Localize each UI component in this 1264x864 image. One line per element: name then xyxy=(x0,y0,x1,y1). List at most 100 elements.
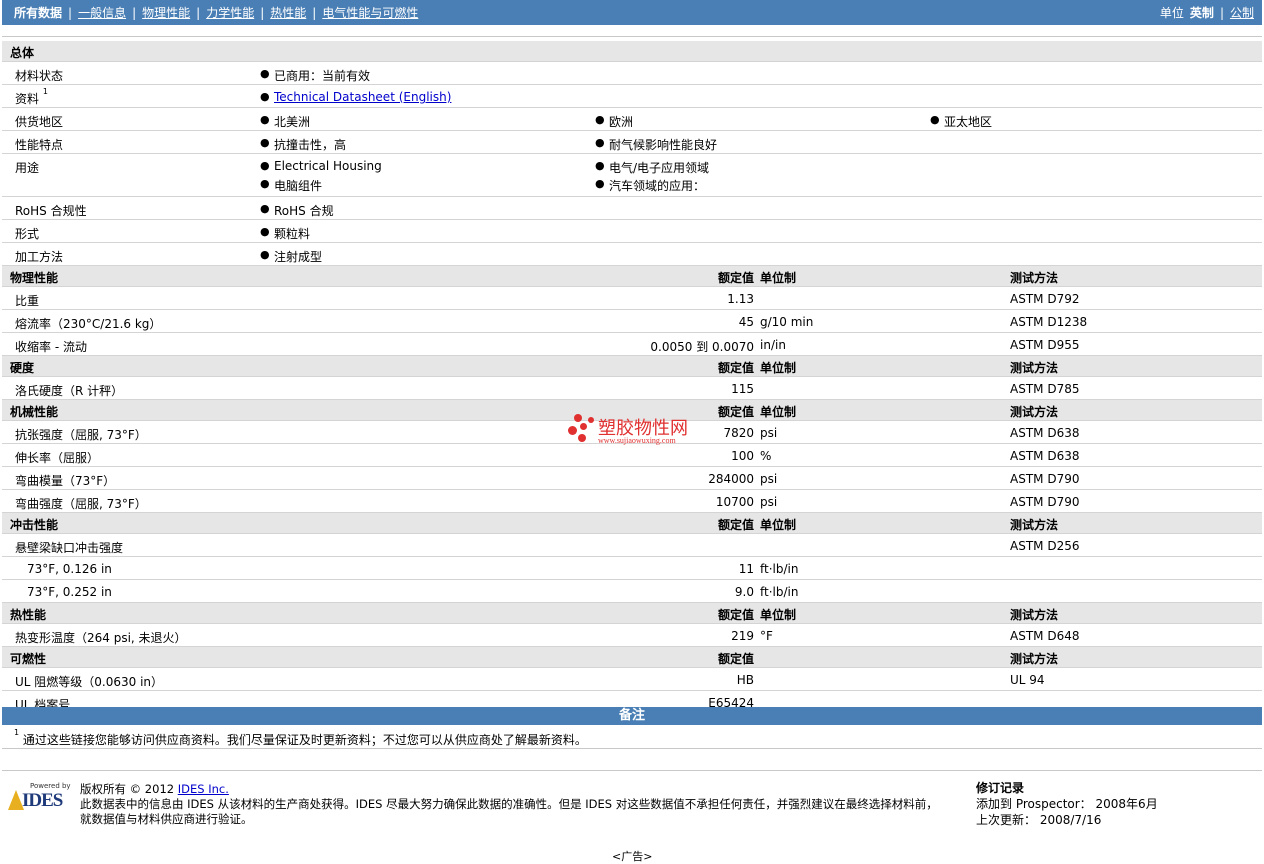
bullet-icon: ● xyxy=(595,177,605,190)
bullet-icon: ● xyxy=(260,202,270,215)
row-label: 供货地区 xyxy=(15,115,64,129)
property-name: 悬壁梁缺口冲击强度 xyxy=(15,541,124,555)
general-row: 形式 ● 颗粒料 xyxy=(2,220,1262,243)
bullet-item: ● 汽车领域的应用： xyxy=(595,177,706,193)
section-header: 可燃性 额定值 测试方法 xyxy=(2,647,1262,668)
section-title: 硬度 xyxy=(10,361,35,375)
unit-metric-link[interactable]: 公制 xyxy=(1230,4,1254,21)
general-row: 用途 ● Electrical Housing ● 电气/电子应用领域 ● 电脑组件 ● 汽车领… xyxy=(2,154,1262,197)
property-row: 洛氏硬度（R 计秤） 115 ASTM D785 xyxy=(2,377,1262,400)
test-method: ASTM D256 xyxy=(1010,539,1080,553)
bullet-icon: ● xyxy=(595,113,605,126)
bullet-item: ● 电脑组件 xyxy=(260,177,323,193)
bullet-item: ● 已商用：当前有效 xyxy=(260,67,371,83)
property-row: 熔流率（230°C/21.6 kg） 45 g/10 min ASTM D1238 xyxy=(2,310,1262,333)
test-method: UL 94 xyxy=(1010,673,1045,687)
test-method: ASTM D790 xyxy=(1010,472,1080,486)
property-row: 73°F, 0.126 in 11 ft·lb/in xyxy=(2,557,1262,580)
general-row: 供货地区 ● 北美洲 ● 欧洲 ● 亚太地区 xyxy=(2,108,1262,131)
datasheet-table: 总体 材料状态 ● 已商用：当前有效 资料 1 ● Technical Datasheet … xyxy=(2,41,1262,714)
watermark-url: www.sujiaowuxing.com xyxy=(598,436,676,445)
property-row: 73°F, 0.252 in 9.0 ft·lb/in xyxy=(2,580,1262,603)
bullet-item: ● 抗撞击性，高 xyxy=(260,136,347,152)
header-value: 额定值 xyxy=(717,271,754,285)
property-value: 0.0050 到 0.0070 xyxy=(650,340,754,354)
tab-separator: | xyxy=(68,5,73,20)
tab-general-info[interactable]: 一般信息 xyxy=(78,4,126,21)
property-row: UL 阻燃等级（0.0630 in） HB UL 94 xyxy=(2,668,1262,691)
watermark-dot-icon xyxy=(578,434,586,442)
header-value: 额定值 xyxy=(717,608,754,622)
bullet-icon: ● xyxy=(260,136,270,149)
ides-logo: Powered by IDES xyxy=(8,782,72,812)
property-row: 弯曲模量（73°F） 284000 psi ASTM D790 xyxy=(2,467,1262,490)
row-label: 用途 xyxy=(15,161,40,175)
bullet-item: ● Electrical Housing xyxy=(260,159,382,173)
property-value: HB xyxy=(736,673,754,687)
ides-link[interactable]: IDES Inc. xyxy=(178,782,229,796)
bullet-icon: ● xyxy=(595,159,605,172)
property-name: 73°F, 0.252 in xyxy=(27,585,112,599)
test-method: ASTM D1238 xyxy=(1010,315,1088,329)
unit-label: 单位 xyxy=(1159,6,1184,20)
bullet-item: ● 亚太地区 xyxy=(930,113,993,129)
property-value: 45 xyxy=(738,315,754,329)
tab-thermal[interactable]: 热性能 xyxy=(270,4,306,21)
property-row: 收缩率 - 流动 0.0050 到 0.0070 in/in ASTM D955 xyxy=(2,333,1262,356)
bullet-item: ● 北美洲 xyxy=(260,113,311,129)
copyright-line: 版权所有 © 2012 IDES Inc. xyxy=(80,782,938,797)
copyright-prefix: 版权所有 © 2012 xyxy=(80,782,178,796)
section-title: 冲击性能 xyxy=(10,518,59,532)
tab-all-data[interactable]: 所有数据 xyxy=(14,4,62,21)
unit-english: 英制 xyxy=(1189,6,1214,20)
ad-label: <广告> xyxy=(612,850,653,863)
property-row: 伸长率（屈服） 100% ASTM D638 xyxy=(2,444,1262,467)
bullet-icon: ● xyxy=(260,248,270,261)
added-label: 添加到 Prospector： xyxy=(976,797,1092,811)
header-value: 额定值 xyxy=(717,361,754,375)
header-method: 测试方法 xyxy=(1010,518,1059,532)
watermark-dot-icon xyxy=(588,417,594,423)
tab-mechanical[interactable]: 力学性能 xyxy=(206,4,254,21)
property-value: 100 xyxy=(731,449,754,463)
row-label: 资料 1 xyxy=(15,87,48,106)
property-unit: g/10 min xyxy=(760,315,814,329)
property-row: 比重 1.13 ASTM D792 xyxy=(2,287,1262,310)
copyright-block: 版权所有 © 2012 IDES Inc. 此数据表中的信息由 IDES 从该材… xyxy=(80,782,938,827)
bullet-icon: ● xyxy=(260,90,270,103)
section-header: 物理性能 额定值 单位制 测试方法 xyxy=(2,266,1262,287)
bullet-item: ● Technical Datasheet (English) xyxy=(260,90,451,104)
header-value: 额定值 xyxy=(717,518,754,532)
history-updated: 上次更新： 2008/7/16 xyxy=(976,812,1158,828)
history-title: 修订记录 xyxy=(976,781,1025,795)
bullet-item: ● 电气/电子应用领域 xyxy=(595,159,710,175)
property-name: 收缩率 - 流动 xyxy=(15,340,87,354)
tab-electrical-flammability[interactable]: 电气性能与可燃性 xyxy=(322,4,418,21)
property-unit: psi xyxy=(760,472,778,486)
divider xyxy=(2,770,1262,771)
header-method: 测试方法 xyxy=(1010,361,1059,375)
tab-separator: | xyxy=(260,5,265,20)
divider xyxy=(2,748,1262,749)
datasheet-link[interactable]: Technical Datasheet (English) xyxy=(274,90,451,104)
header-unit: 单位制 xyxy=(760,608,797,622)
general-row: 加工方法 ● 注射成型 xyxy=(2,243,1262,266)
history-added: 添加到 Prospector： 2008年6月 xyxy=(976,796,1158,812)
header-unit: 单位制 xyxy=(760,405,797,419)
header-unit: 单位制 xyxy=(760,271,797,285)
added-value: 2008年6月 xyxy=(1095,797,1158,811)
bullet-icon: ● xyxy=(260,177,270,190)
header-unit: 单位制 xyxy=(760,361,797,375)
general-row: 资料 1 ● Technical Datasheet (English) xyxy=(2,85,1262,108)
revision-history: 修订记录 添加到 Prospector： 2008年6月 上次更新： 2008/… xyxy=(976,780,1158,828)
bullet-item: ● 耐气候影响性能良好 xyxy=(595,136,718,152)
section-title: 物理性能 xyxy=(10,271,59,285)
property-name: 比重 xyxy=(15,294,40,308)
bullet-icon: ● xyxy=(260,67,270,80)
updated-label: 上次更新： xyxy=(976,813,1037,827)
section-header: 热性能 额定值 单位制 测试方法 xyxy=(2,603,1262,624)
row-label: RoHS 合规性 xyxy=(15,204,87,218)
watermark-dot-icon xyxy=(574,414,582,422)
tab-physical[interactable]: 物理性能 xyxy=(142,4,190,21)
test-method: ASTM D648 xyxy=(1010,629,1080,643)
